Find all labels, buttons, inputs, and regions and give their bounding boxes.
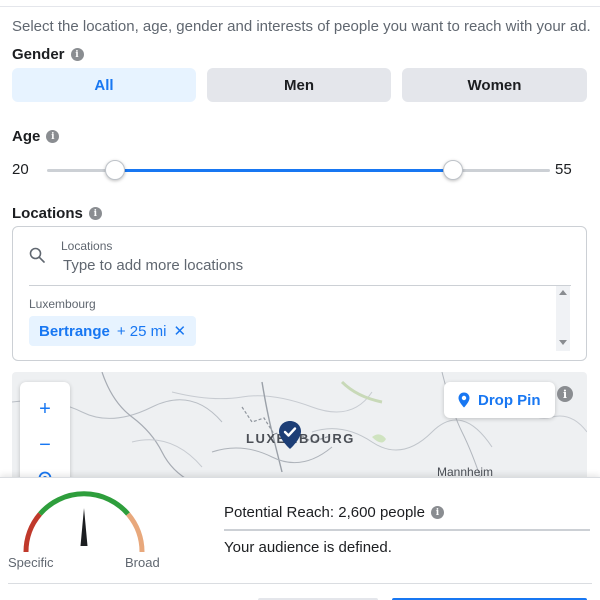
- location-marker-icon[interactable]: [278, 420, 302, 450]
- gauge-broad-label: Broad: [125, 555, 160, 570]
- age-max-handle[interactable]: [443, 160, 464, 180]
- gender-men-button[interactable]: Men: [207, 68, 391, 102]
- reach-info-icon[interactable]: i: [430, 506, 444, 519]
- gender-info-icon[interactable]: i: [70, 48, 84, 61]
- audience-status-text: Your audience is defined.: [224, 539, 392, 556]
- reach-divider: [224, 529, 590, 531]
- location-chip[interactable]: Bertrange + 25 mi ✕: [29, 316, 197, 346]
- intro-text: Select the location, age, gender and int…: [12, 18, 591, 35]
- age-info-icon[interactable]: i: [46, 130, 60, 143]
- drop-pin-button[interactable]: Drop Pin: [444, 382, 555, 418]
- locations-divider: [29, 285, 571, 286]
- audience-gauge: [23, 491, 145, 553]
- top-divider: [0, 6, 600, 7]
- locations-field-label: Locations: [61, 239, 113, 253]
- location-chip-radius[interactable]: + 25 mi: [117, 323, 167, 340]
- zoom-in-button[interactable]: +: [20, 394, 70, 424]
- map-pin-icon: [458, 392, 470, 408]
- close-icon[interactable]: ✕: [173, 322, 186, 340]
- gauge-needle: [80, 508, 88, 546]
- potential-reach-text: Potential Reach: 2,600 people: [224, 504, 425, 521]
- locations-label-row: Locations i: [12, 205, 102, 222]
- age-slider-range: [114, 169, 454, 172]
- age-slider-track[interactable]: [47, 160, 550, 180]
- location-chip-name: Bertrange: [39, 322, 110, 340]
- potential-reach-row: Potential Reach: 2,600 people i: [224, 504, 444, 521]
- age-max-value: 55: [555, 161, 572, 178]
- scroll-down-icon[interactable]: [559, 340, 567, 345]
- zoom-out-button[interactable]: −: [20, 430, 70, 460]
- locations-label: Locations: [12, 205, 83, 222]
- scroll-up-icon[interactable]: [559, 290, 567, 295]
- locations-box: Locations Luxembourg Bertrange + 25 mi ✕: [12, 226, 587, 361]
- locations-search-input[interactable]: [61, 255, 561, 276]
- country-label: Luxembourg: [29, 297, 96, 311]
- gauge-specific-label: Specific: [8, 555, 54, 570]
- map-zoom-controls: + −: [20, 382, 70, 482]
- age-label-row: Age i: [12, 128, 60, 145]
- drop-pin-label: Drop Pin: [478, 391, 541, 409]
- map-info-icon[interactable]: i: [557, 386, 573, 402]
- audience-summary-panel: Specific Broad Potential Reach: 2,600 pe…: [0, 477, 600, 600]
- gender-label: Gender: [12, 46, 65, 63]
- locations-scrollbar[interactable]: [556, 286, 570, 351]
- gender-all-button[interactable]: All: [12, 68, 196, 102]
- gender-label-row: Gender i: [12, 46, 84, 63]
- locations-info-icon[interactable]: i: [88, 207, 102, 220]
- search-icon: [29, 247, 45, 263]
- footer-divider: [8, 583, 592, 584]
- map[interactable]: LUXEMBOURG Mannheim + − Drop Pin i: [12, 372, 587, 482]
- age-min-value: 20: [12, 161, 29, 178]
- age-min-handle[interactable]: [104, 160, 125, 180]
- age-label: Age: [12, 128, 41, 145]
- gender-women-button[interactable]: Women: [402, 68, 587, 102]
